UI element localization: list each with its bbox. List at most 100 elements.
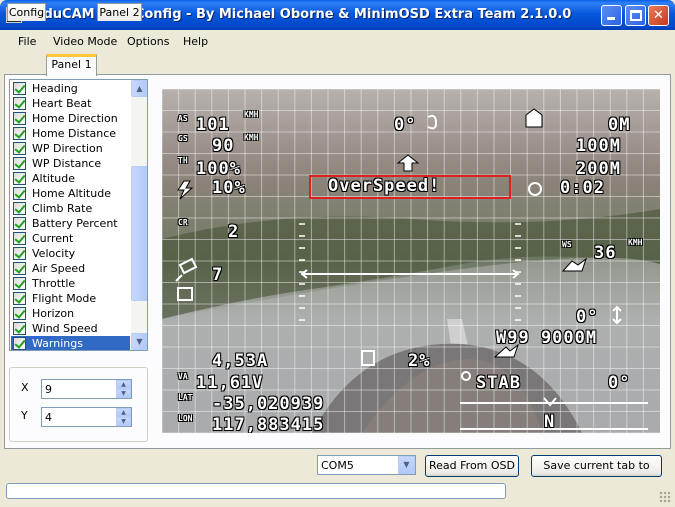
checkbox[interactable] — [13, 247, 26, 260]
home-distance-value: 0M — [608, 115, 631, 135]
groundspeed-unit: KMH — [244, 133, 259, 142]
current-value: 4,53A — [212, 351, 269, 371]
y-up-button[interactable]: ▲ — [116, 408, 131, 417]
checkbox[interactable] — [13, 142, 26, 155]
x-stepper[interactable]: 9 ▲ ▼ — [41, 379, 132, 399]
satellites-value: 7 — [212, 265, 224, 285]
checklist-item[interactable]: Home Distance — [11, 126, 130, 141]
checkbox[interactable] — [13, 112, 26, 125]
checklist-item[interactable]: Battery Percent — [11, 216, 130, 231]
close-button[interactable]: ✕ — [648, 5, 669, 26]
checkbox[interactable] — [13, 232, 26, 245]
read-from-osd-button[interactable]: Read From OSD — [425, 455, 519, 477]
scroll-up-button[interactable]: ▲ — [131, 80, 147, 97]
com-port-select[interactable]: COM5 ▼ — [317, 455, 416, 475]
wp-direction-value: 0° — [576, 307, 599, 327]
com-port-value: COM5 — [321, 459, 354, 472]
checklist-item-label: Air Speed — [32, 262, 86, 275]
checkbox[interactable] — [13, 187, 26, 200]
checkbox[interactable] — [13, 172, 26, 185]
x-down-button[interactable]: ▼ — [116, 389, 131, 398]
checkbox[interactable] — [13, 307, 26, 320]
home-altitude-value: 100M — [576, 136, 621, 156]
checkbox[interactable] — [13, 292, 26, 305]
y-down-button[interactable]: ▼ — [116, 417, 131, 426]
checkbox[interactable] — [13, 127, 26, 140]
checklist-item-label: Battery Percent — [32, 217, 118, 230]
heading-value: 0° — [394, 115, 417, 135]
checklist-item[interactable]: Air Speed — [11, 261, 130, 276]
voltage-value: 11,61V — [196, 373, 264, 393]
checklist-item-label: Horizon — [32, 307, 75, 320]
tab-config[interactable]: Config — [7, 3, 46, 21]
checklist-item[interactable]: WP Direction — [11, 141, 130, 156]
longitude-value: 117,883415 — [212, 415, 325, 434]
checklist-item[interactable]: Warnings — [11, 336, 130, 350]
checkbox[interactable] — [13, 97, 26, 110]
checklist-item[interactable]: Horizon — [11, 306, 130, 321]
wp-distance-value: W99 9000M — [496, 328, 598, 348]
checkbox[interactable] — [13, 217, 26, 230]
checkbox[interactable] — [13, 157, 26, 170]
wind-speed-label: WS — [562, 240, 572, 249]
checklist-item[interactable]: Climb Rate — [11, 201, 130, 216]
checklist-item-label: Home Altitude — [32, 187, 111, 200]
climb-rate-label: CR — [178, 218, 188, 227]
checklist-item[interactable]: Heart Beat — [11, 96, 130, 111]
checkbox[interactable] — [13, 82, 26, 95]
save-tab-button[interactable]: Save current tab to — [531, 455, 662, 477]
checkbox[interactable] — [13, 202, 26, 215]
checkbox[interactable] — [13, 322, 26, 335]
climb-rate-value: 2 — [228, 222, 240, 242]
latitude-label: LAT — [178, 393, 193, 402]
checklist-item[interactable]: Velocity — [11, 246, 130, 261]
checkbox[interactable] — [13, 277, 26, 290]
scroll-down-button[interactable]: ▼ — [131, 333, 147, 350]
minimize-button[interactable] — [601, 5, 622, 26]
y-value: 4 — [45, 411, 52, 424]
airspeed-value: 101 — [196, 115, 230, 135]
menu-options[interactable]: Options — [127, 35, 169, 48]
home-icon — [525, 108, 543, 128]
checklist-item-label: WP Direction — [32, 142, 103, 155]
checklist-item[interactable]: Altitude — [11, 171, 130, 186]
checklist-item-label: Current — [32, 232, 74, 245]
checklist-item-label: WP Distance — [32, 157, 102, 170]
y-stepper[interactable]: 4 ▲ ▼ — [41, 407, 132, 427]
chevron-down-icon[interactable]: ▼ — [398, 456, 415, 474]
checklist-item[interactable]: Home Altitude — [11, 186, 130, 201]
checklist-item[interactable]: Flight Mode — [11, 291, 130, 306]
checklist-item-label: Velocity — [32, 247, 76, 260]
checklist-item[interactable]: Wind Speed — [11, 321, 130, 336]
tab-panel-1[interactable]: Panel 1 — [46, 54, 97, 76]
resize-grip-icon[interactable] — [659, 491, 671, 503]
checklist-item[interactable]: Home Direction — [11, 111, 130, 126]
tab-panel-2[interactable]: Panel 2 — [97, 3, 142, 21]
compass-heading-value: N — [544, 412, 556, 432]
scroll-thumb[interactable] — [131, 166, 147, 301]
throttle-label: TH — [178, 156, 188, 165]
checklist-item[interactable]: WP Distance — [11, 156, 130, 171]
checklist-scrollbar[interactable]: ▲ ▼ — [131, 80, 147, 350]
maximize-button[interactable] — [625, 5, 646, 26]
checklist-item[interactable]: Heading — [11, 81, 130, 96]
checkbox[interactable] — [13, 262, 26, 275]
osd-preview[interactable]: AS 101 KMH GS 90 KMH TH 100% 10% CR 2 7 … — [162, 89, 660, 433]
heading-icon — [427, 114, 438, 130]
x-up-button[interactable]: ▲ — [116, 380, 131, 389]
menu-help[interactable]: Help — [183, 35, 208, 48]
menu-video-mode[interactable]: Video Mode — [53, 35, 117, 48]
checklist-item[interactable]: Throttle — [11, 276, 130, 291]
progress-bar — [6, 483, 506, 499]
position-group: X 9 ▲ ▼ Y 4 ▲ ▼ — [9, 367, 148, 442]
item-checklist[interactable]: Heading Heart Beat Home Direction Home Dist… — [9, 79, 148, 351]
airspeed-label: AS — [178, 114, 188, 123]
menu-file[interactable]: File — [18, 35, 36, 48]
checklist-item-label: Home Direction — [32, 112, 118, 125]
clock-icon — [528, 182, 542, 196]
minimize-icon — [607, 17, 615, 20]
checklist-item-label: Altitude — [32, 172, 75, 185]
checkbox[interactable] — [13, 337, 26, 350]
groundspeed-value: 90 — [212, 136, 235, 156]
checklist-item[interactable]: Current — [11, 231, 130, 246]
